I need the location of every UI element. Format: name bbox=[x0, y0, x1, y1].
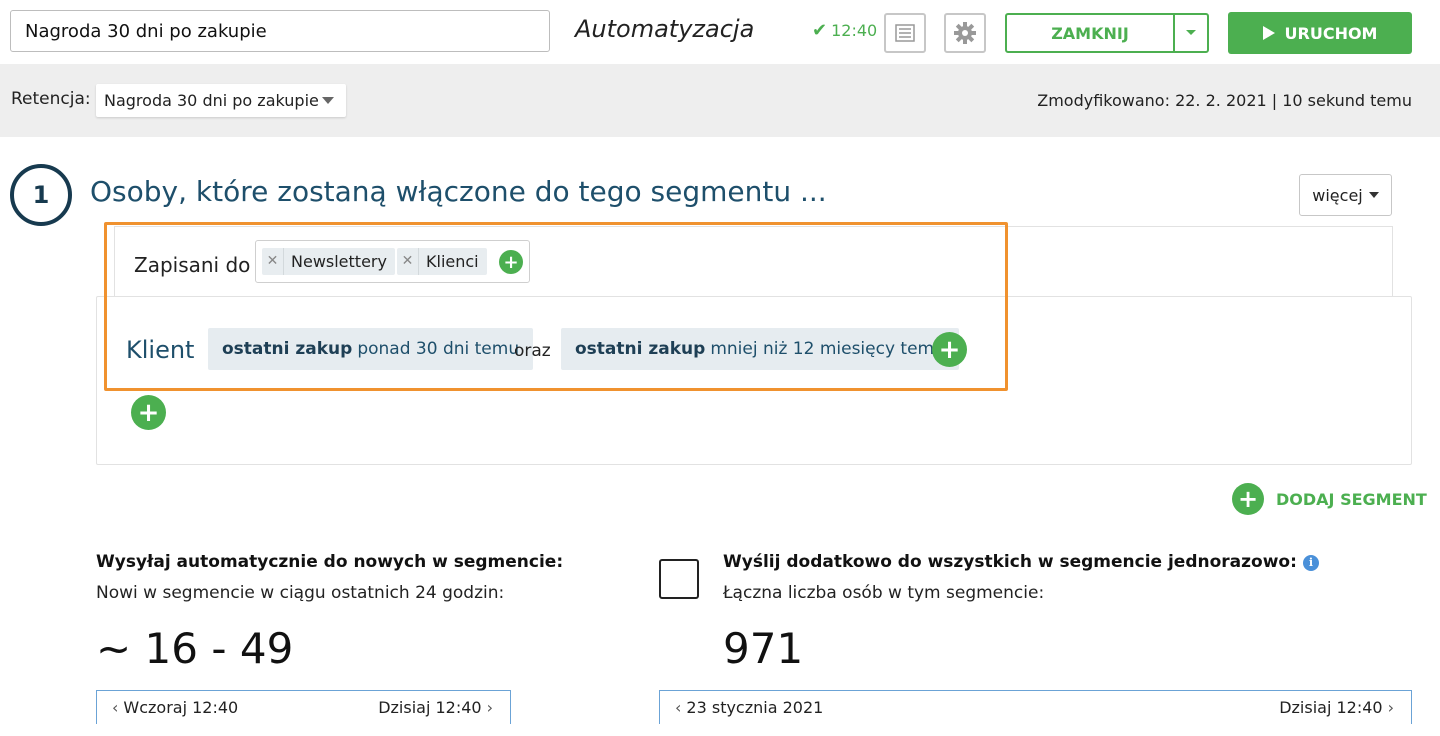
chevron-down-icon bbox=[1186, 30, 1196, 35]
caret-down-icon bbox=[322, 97, 334, 104]
saved-status: ✔ 12:40 bbox=[812, 20, 877, 41]
retention-select[interactable]: Nagroda 30 dni po zakupie bbox=[96, 84, 346, 117]
one-time-subtitle: Łączna liczba osób w tym segmencie: bbox=[723, 583, 1045, 603]
step-number: 1 bbox=[10, 164, 72, 226]
more-button-label: więcej bbox=[1312, 185, 1363, 205]
condition-value: ponad 30 dni temu bbox=[357, 339, 520, 359]
tag-newsletters: ✕ Newslettery bbox=[262, 248, 395, 275]
client-label: Klient bbox=[126, 336, 195, 364]
chevron-left-icon: ‹ bbox=[112, 698, 119, 717]
condition-value: mniej niż 12 miesięcy temu bbox=[710, 339, 945, 359]
one-time-title: Wyślij dodatkowo do wszystkich w segmenc… bbox=[723, 552, 1297, 572]
retention-label: Retencja: bbox=[11, 89, 91, 109]
automation-name-input[interactable] bbox=[10, 10, 550, 52]
remove-tag-icon[interactable]: ✕ bbox=[397, 248, 419, 275]
retention-bar: Retencja: Nagroda 30 dni po zakupie Zmod… bbox=[0, 64, 1440, 137]
auto-send-subtitle: Nowi w segmencie w ciągu ostatnich 24 go… bbox=[96, 583, 505, 603]
modified-info: Zmodyfikowano: 22. 2. 2021 | 10 sekund t… bbox=[1037, 91, 1412, 110]
plus-icon: + bbox=[137, 397, 160, 428]
auto-send-range: ‹ Wczoraj 12:40 Dzisiaj 12:40 › bbox=[96, 690, 511, 724]
list-icon bbox=[895, 24, 915, 42]
close-button-group: ZAMKNIJ bbox=[1005, 13, 1209, 53]
add-segment-label: DODAJ SEGMENT bbox=[1276, 489, 1427, 509]
run-button-label: URUCHOM bbox=[1284, 23, 1378, 43]
subscribed-label: Zapisani do bbox=[134, 253, 251, 277]
play-icon bbox=[1262, 26, 1275, 40]
retention-selected-value: Nagroda 30 dni po zakupie bbox=[104, 91, 319, 110]
close-button[interactable]: ZAMKNIJ bbox=[1007, 15, 1175, 51]
add-segment-button[interactable]: + DODAJ SEGMENT bbox=[1232, 483, 1427, 515]
plus-icon: + bbox=[1232, 483, 1264, 515]
one-time-range: ‹ 23 stycznia 2021 Dzisiaj 12:40 › bbox=[659, 690, 1412, 724]
info-icon[interactable]: i bbox=[1302, 554, 1319, 571]
chevron-right-icon: › bbox=[1387, 698, 1394, 717]
add-list-button[interactable]: + bbox=[499, 250, 523, 274]
range-from: Wczoraj 12:40 bbox=[123, 698, 239, 717]
more-button[interactable]: więcej bbox=[1299, 174, 1392, 216]
list-button[interactable] bbox=[884, 13, 926, 53]
conditions-panel bbox=[96, 296, 1412, 465]
saved-time: 12:40 bbox=[831, 21, 878, 40]
plus-icon: + bbox=[938, 334, 961, 365]
new-count: ~ 16 - 49 bbox=[96, 624, 294, 673]
caret-down-icon bbox=[1368, 192, 1379, 198]
segment-title: Osoby, które zostaną włączone do tego se… bbox=[90, 175, 827, 208]
condition-field: ostatni zakup bbox=[222, 339, 353, 359]
check-icon: ✔ bbox=[812, 20, 828, 41]
range-to: Dzisiaj 12:40 bbox=[378, 698, 482, 717]
range-next-button[interactable]: Dzisiaj 12:40 › bbox=[1279, 698, 1399, 717]
tag-label: Newslettery bbox=[291, 252, 387, 271]
range-next-button[interactable]: Dzisiaj 12:40 › bbox=[378, 698, 498, 717]
list-tag-box[interactable]: ✕ Newslettery ✕ Klienci + bbox=[255, 240, 530, 283]
gear-icon bbox=[954, 22, 976, 44]
condition-chip[interactable]: ostatni zakup ponad 30 dni temu bbox=[208, 328, 534, 370]
run-button[interactable]: URUCHOM bbox=[1228, 12, 1412, 54]
condition-field: ostatni zakup bbox=[575, 339, 706, 359]
and-label: oraz bbox=[514, 341, 551, 361]
add-condition-button[interactable]: + bbox=[932, 332, 967, 367]
auto-send-title: Wysyłaj automatycznie do nowych w segmen… bbox=[96, 552, 564, 572]
chevron-left-icon: ‹ bbox=[675, 698, 682, 717]
app-title: Automatyzacja bbox=[575, 15, 755, 43]
range-prev-button[interactable]: ‹ 23 stycznia 2021 bbox=[670, 698, 823, 717]
range-from: 23 stycznia 2021 bbox=[686, 698, 824, 717]
condition-chip[interactable]: ostatni zakup mniej niż 12 miesięcy temu bbox=[561, 328, 959, 370]
total-count: 971 bbox=[723, 624, 804, 673]
remove-tag-icon[interactable]: ✕ bbox=[262, 248, 284, 275]
range-prev-button[interactable]: ‹ Wczoraj 12:40 bbox=[107, 698, 238, 717]
settings-button[interactable] bbox=[944, 13, 986, 53]
one-time-title-row: Wyślij dodatkowo do wszystkich w segmenc… bbox=[723, 552, 1319, 572]
plus-icon: + bbox=[503, 251, 519, 273]
chevron-right-icon: › bbox=[486, 698, 493, 717]
range-to: Dzisiaj 12:40 bbox=[1279, 698, 1383, 717]
top-bar: Automatyzacja ✔ 12:40 bbox=[0, 0, 1440, 64]
tag-clients: ✕ Klienci bbox=[397, 248, 487, 275]
tag-label: Klienci bbox=[426, 252, 479, 271]
add-rule-button[interactable]: + bbox=[131, 395, 166, 430]
one-time-checkbox[interactable] bbox=[659, 559, 699, 599]
close-dropdown-button[interactable] bbox=[1175, 15, 1207, 51]
